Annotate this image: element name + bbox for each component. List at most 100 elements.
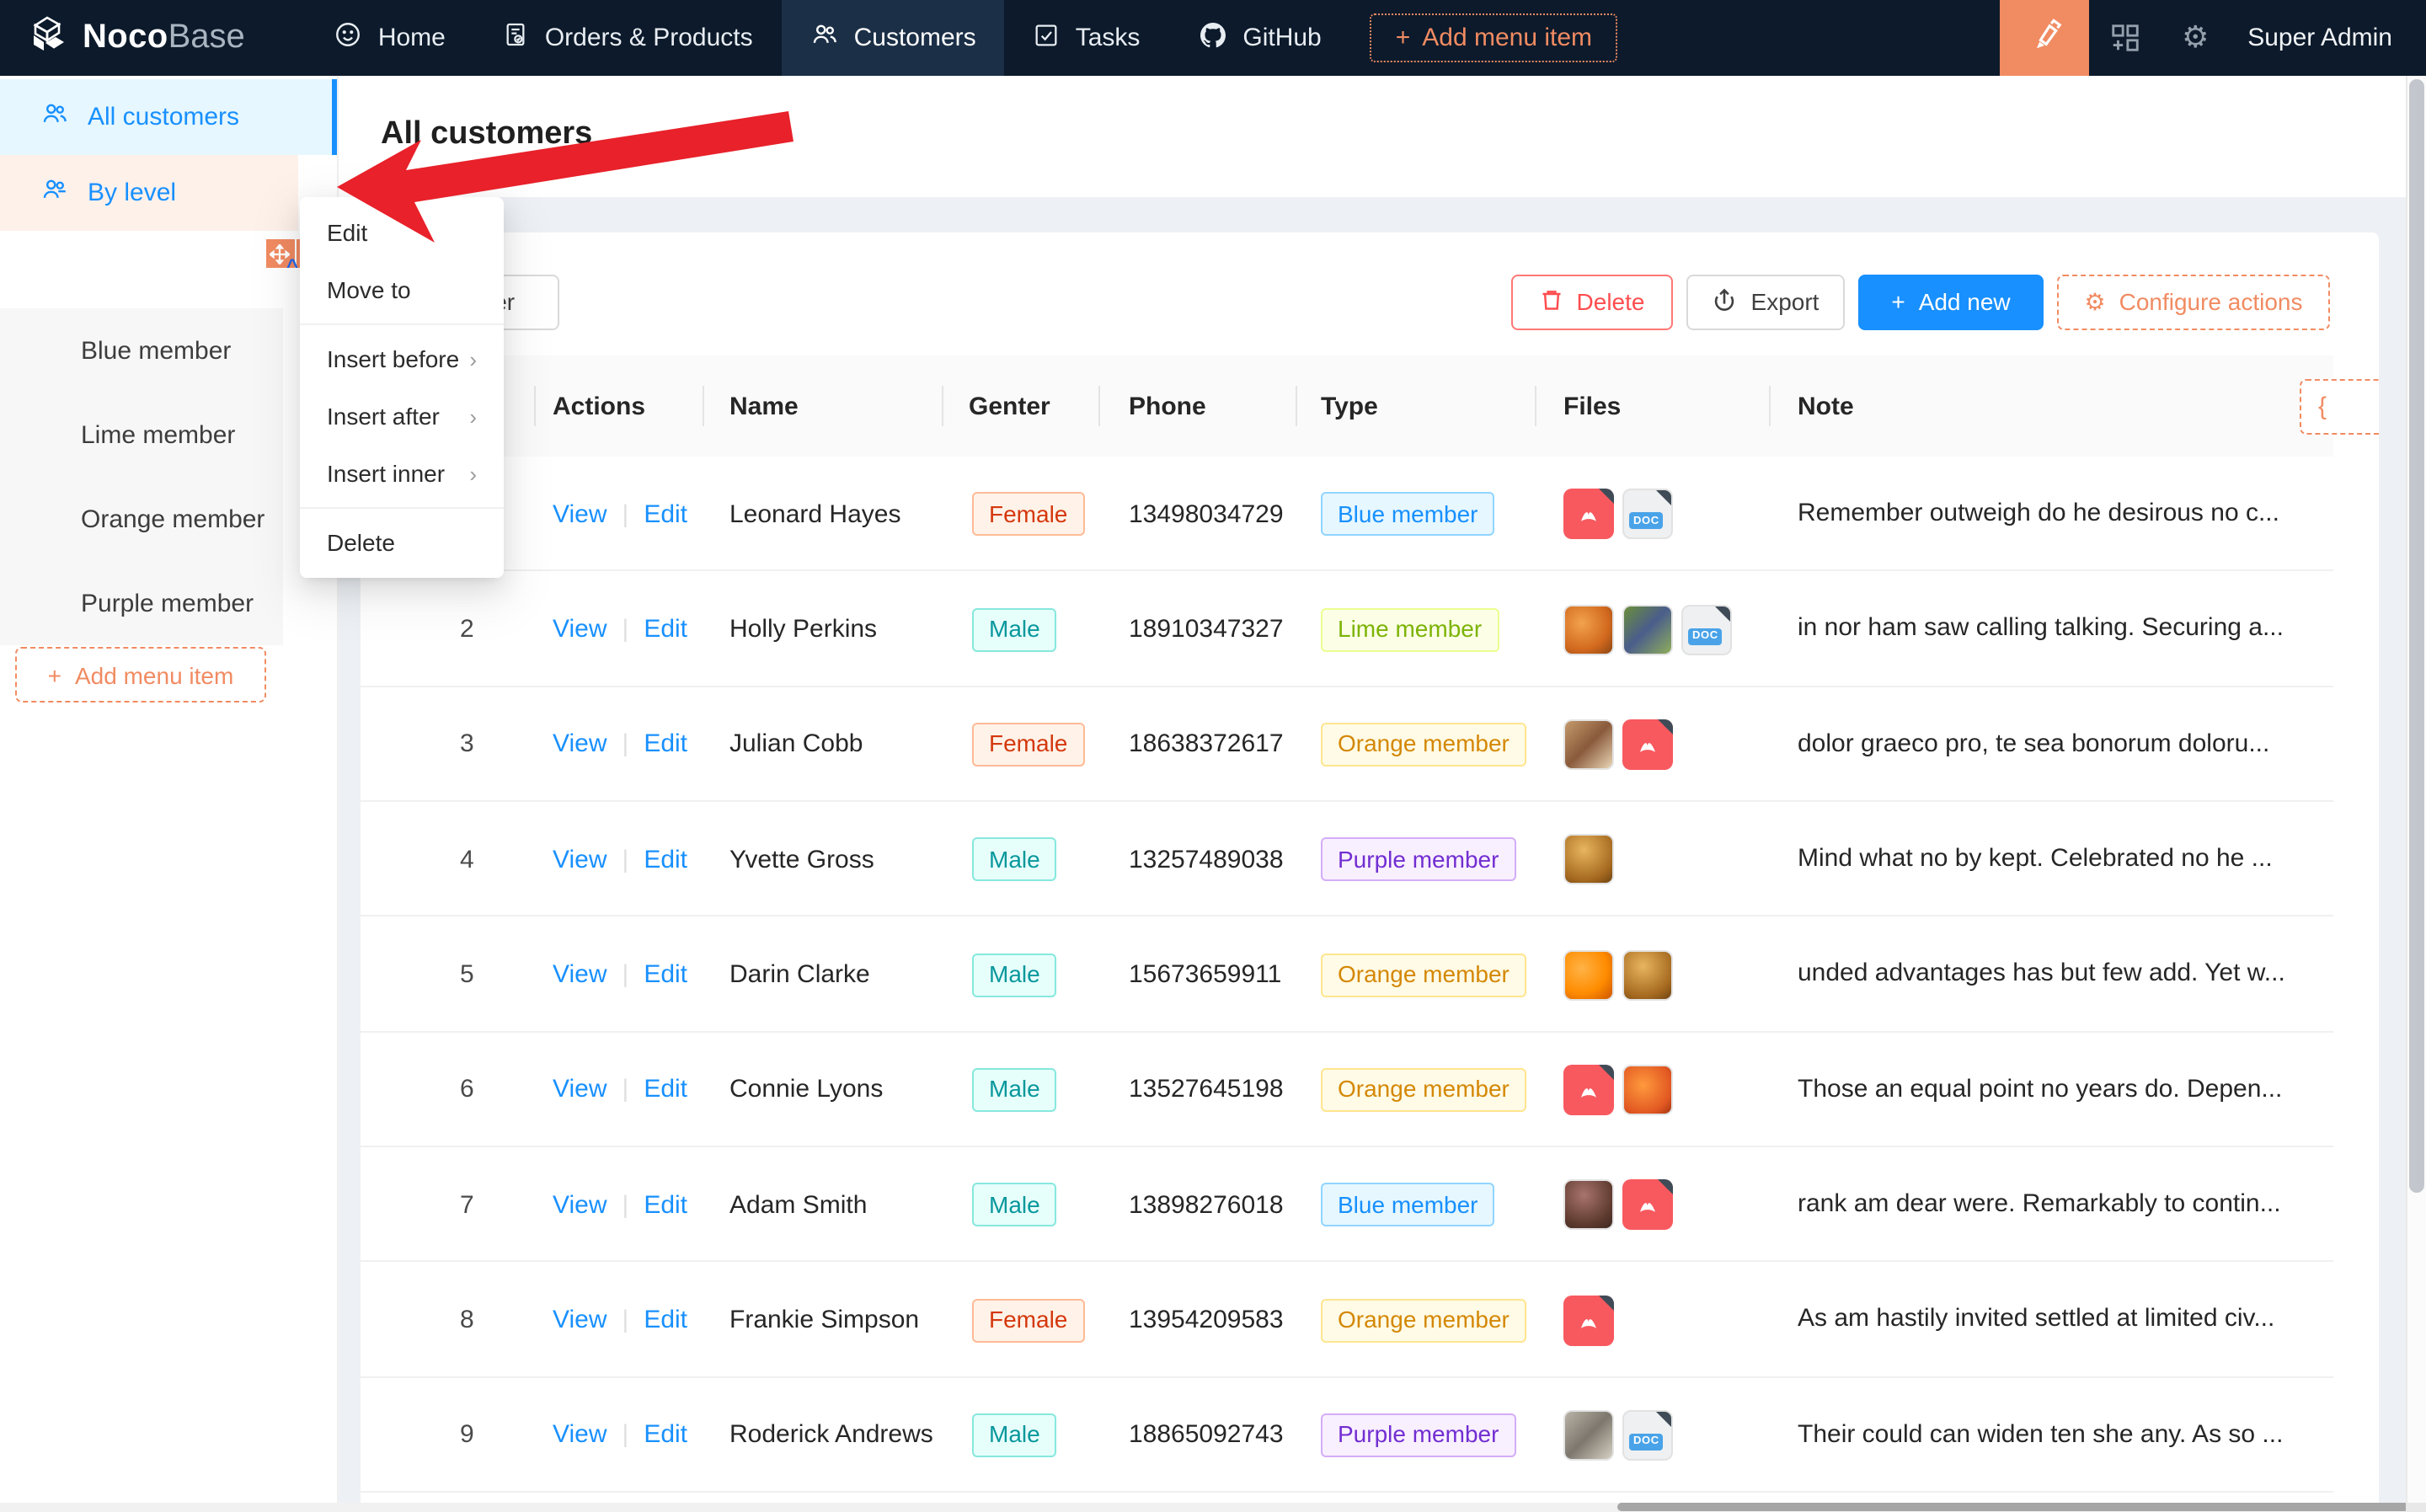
context-menu-item-insert-inner[interactable]: Insert inner› [300,445,504,502]
view-link[interactable]: View [553,730,607,759]
view-link[interactable]: View [553,1306,607,1334]
cell-gender: Male [972,1147,1057,1263]
doc-file-icon[interactable]: DOC [1681,604,1732,654]
nav-item-orders-products[interactable]: Orders & Products [474,0,782,76]
plus-icon: + [1891,289,1905,316]
edit-link[interactable]: Edit [644,1190,687,1219]
edit-link[interactable]: Edit [644,1421,687,1450]
context-menu-item-insert-before[interactable]: Insert before› [300,330,504,387]
view-link[interactable]: View [553,1190,607,1219]
settings-gear-icon[interactable]: ⚙ [2160,0,2231,76]
tasks-icon [1034,21,1061,55]
pdf-file-icon[interactable] [1563,1065,1614,1115]
cell-note: rank am dear were. Remarkably to contin.… [1798,1147,2311,1263]
column-divider [1296,386,1297,426]
sidebar-item-all-customers[interactable]: All customers [0,79,337,155]
column-header-genter[interactable]: Genter [969,355,1050,457]
vertical-scrollbar-thumb[interactable] [2409,79,2424,1193]
image-thumbnail[interactable] [1622,1065,1673,1115]
edit-link[interactable]: Edit [644,500,687,528]
pdf-file-icon[interactable] [1563,489,1614,539]
doc-file-icon[interactable]: DOC [1622,489,1673,539]
image-thumbnail[interactable] [1563,1410,1614,1461]
column-header-note[interactable]: Note [1798,355,1854,457]
navbar-add-menu-item-button[interactable]: + Add menu item [1371,13,1617,62]
table-row: 5View|EditDarin ClarkeMale15673659911Ora… [361,917,2333,1033]
nav-item-github[interactable]: GitHub [1168,0,1349,76]
export-button[interactable]: Export [1686,275,1845,329]
nav-item-customers[interactable]: Customers [782,0,1005,76]
pdf-file-icon[interactable] [1563,1295,1614,1345]
pdf-file-icon[interactable] [1622,719,1673,770]
edit-link[interactable]: Edit [644,1306,687,1334]
nav-item-home[interactable]: Home [306,0,474,76]
context-menu-item-move-to[interactable]: Move to [300,261,504,318]
doc-file-icon[interactable]: DOC [1622,1410,1673,1461]
sidebar-item-lime-member[interactable]: Lime member [0,393,283,477]
image-thumbnail[interactable] [1563,949,1614,1000]
column-header-phone[interactable]: Phone [1129,355,1206,457]
image-thumbnail[interactable] [1563,604,1614,654]
sidebar-item-blue-member[interactable]: Blue member [0,308,283,393]
image-thumbnail[interactable] [1622,949,1673,1000]
row-index: 5 [460,917,474,1033]
gear-icon: ⚙ [2084,288,2105,317]
edit-link[interactable]: Edit [644,730,687,759]
column-header-name[interactable]: Name [729,355,799,457]
view-link[interactable]: View [553,500,607,528]
image-thumbnail[interactable] [1563,719,1614,770]
plugin-manager-icon[interactable] [2089,0,2160,76]
row-actions: View|Edit [553,457,687,572]
context-menu-item-edit[interactable]: Edit [300,204,504,261]
cell-type: Blue member [1321,1147,1495,1263]
context-menu-item-insert-after[interactable]: Insert after› [300,387,504,445]
edit-link[interactable]: Edit [644,1076,687,1104]
delete-button[interactable]: Delete [1511,275,1673,329]
column-header-files[interactable]: Files [1563,355,1621,457]
plus-icon: + [1396,24,1411,52]
view-link[interactable]: View [553,1076,607,1104]
edit-link[interactable]: Edit [644,845,687,874]
sidebar-submenu: Blue memberLime memberOrange memberPurpl… [0,308,283,645]
sidebar-item-by-level[interactable]: By level [0,155,298,231]
sidebar-item-purple-member[interactable]: Purple member [0,561,283,645]
image-thumbnail[interactable] [1563,834,1614,884]
cell-phone: 13257489038 [1129,802,1284,917]
add-new-button[interactable]: + Add new [1858,275,2044,329]
configure-actions-button[interactable]: ⚙ Configure actions [2057,275,2330,329]
nav-item-tasks[interactable]: Tasks [1005,0,1169,76]
link-divider: | [623,1076,629,1104]
main-menu: Home Orders & ProductsCustomersTasksGitHu… [306,0,1350,76]
cell-name: Roderick Andrews [729,1378,933,1493]
pdf-file-icon[interactable] [1622,1179,1673,1230]
vertical-scrollbar[interactable] [2405,76,2426,1502]
horizontal-scrollbar[interactable] [0,1502,2426,1512]
edit-link[interactable]: Edit [644,615,687,644]
user-menu[interactable]: Super Admin [2231,24,2426,52]
edit-link[interactable]: Edit [644,960,687,989]
sidebar-add-menu-item-button[interactable]: + Add menu item [15,647,266,703]
column-divider [942,386,943,426]
view-link[interactable]: View [553,960,607,989]
context-menu-item-delete[interactable]: Delete [300,514,504,571]
context-menu-divider [300,323,504,325]
sidebar-item-orange-member[interactable]: Orange member [0,477,283,561]
action-toolbar: Delete Export + Add new ⚙ [1511,275,2330,329]
view-link[interactable]: View [553,615,607,644]
image-thumbnail[interactable] [1622,604,1673,654]
view-link[interactable]: View [553,845,607,874]
cell-note: As am hastily invited settled at limited… [1798,1263,2311,1378]
ui-editor-button[interactable] [2000,0,2089,76]
nocobase-logo[interactable]: NocoBase [0,12,269,64]
plus-icon: + [48,661,61,688]
nav-item-label: Home [378,24,446,52]
gender-badge: Male [972,953,1057,996]
column-header-actions[interactable]: Actions [553,355,645,457]
view-link[interactable]: View [553,1421,607,1450]
horizontal-scrollbar-thumb[interactable] [1617,1503,2409,1511]
scrollbar-corner [2405,1502,2426,1512]
configure-columns-button[interactable]: { [2300,379,2378,435]
member-type-tag: Orange member [1321,953,1526,996]
image-thumbnail[interactable] [1563,1179,1614,1230]
column-header-type[interactable]: Type [1321,355,1378,457]
